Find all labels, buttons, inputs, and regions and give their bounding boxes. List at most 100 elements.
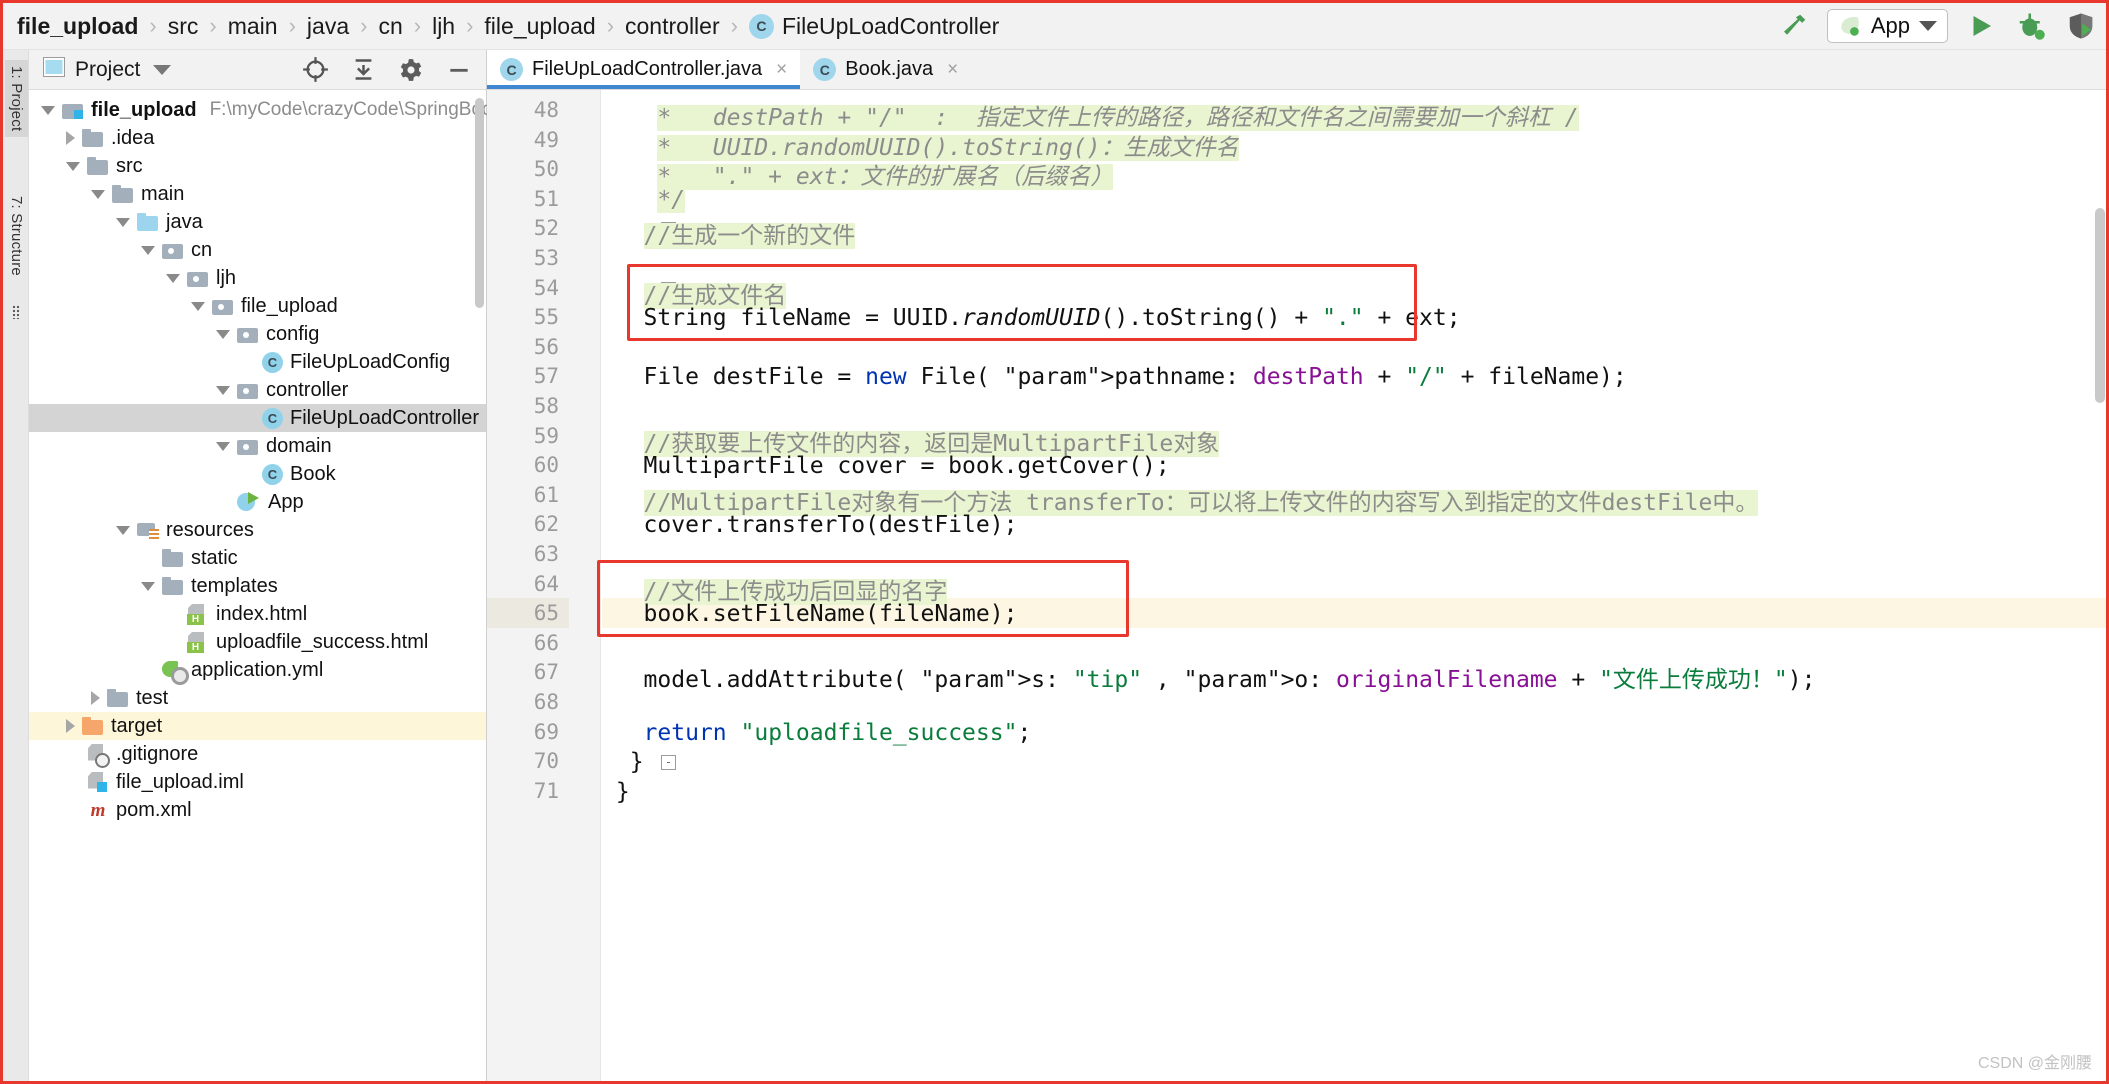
- tree-node-fileuploadcontroller[interactable]: C FileUpLoadController: [29, 404, 486, 432]
- tree-node-app[interactable]: App: [29, 488, 486, 516]
- tree-node-controller[interactable]: controller: [29, 376, 486, 404]
- run-with-coverage-icon[interactable]: [2064, 9, 2098, 43]
- code-line[interactable]: return "uploadfile_success";: [602, 720, 1032, 746]
- tree-node-templates[interactable]: templates: [29, 572, 486, 600]
- code-line[interactable]: model.addAttribute( "param">s: "tip" , "…: [602, 660, 1816, 694]
- breadcrumb-item-cn[interactable]: cn: [378, 13, 402, 40]
- tree-node-file-upload-iml[interactable]: file_upload.iml: [29, 768, 486, 796]
- tree-node-java[interactable]: java: [29, 208, 486, 236]
- package-icon: [162, 241, 184, 259]
- chevron-down-icon[interactable]: [216, 441, 230, 451]
- chevron-down-icon[interactable]: [141, 581, 155, 591]
- locate-icon[interactable]: [298, 53, 332, 87]
- breadcrumb-item-project[interactable]: file_upload: [17, 13, 138, 40]
- editor-tab-book[interactable]: C Book.java ×: [800, 50, 971, 89]
- breadcrumb-separator-icon: ›: [413, 13, 422, 38]
- tree-node-label: FileUpLoadConfig: [290, 350, 451, 373]
- breadcrumb-separator-icon: ›: [466, 13, 474, 38]
- editor-tab-label: Book.java: [845, 58, 934, 80]
- chevron-down-icon[interactable]: [91, 189, 105, 199]
- chevron-down-icon[interactable]: [1919, 21, 1937, 31]
- chevron-down-icon[interactable]: [116, 525, 130, 535]
- breadcrumb-item-class[interactable]: C FileUpLoadController: [748, 13, 999, 40]
- hammer-icon[interactable]: [1777, 9, 1811, 43]
- tree-node--gitignore[interactable]: .gitignore: [29, 740, 486, 768]
- close-icon[interactable]: ×: [947, 59, 958, 81]
- chevron-right-icon[interactable]: [66, 719, 75, 733]
- settings-icon[interactable]: [394, 53, 428, 87]
- tree-node-label: domain: [266, 434, 332, 457]
- code-editor[interactable]: 48 49 50 51 52 53 54 55 56 57 58 59 60 61 62 63 64 65 66 67…: [487, 90, 2106, 1081]
- code-line[interactable]: */: [602, 186, 686, 213]
- tree-node-src[interactable]: src: [29, 152, 486, 180]
- hide-icon[interactable]: [442, 53, 476, 87]
- chevron-right-icon[interactable]: [91, 691, 100, 705]
- chevron-down-icon[interactable]: [216, 329, 230, 339]
- tree-node-index-html[interactable]: index.html: [29, 600, 486, 628]
- chevron-down-icon[interactable]: [153, 64, 172, 75]
- chevron-down-icon[interactable]: [191, 301, 205, 311]
- chevron-down-icon[interactable]: [216, 385, 230, 395]
- tree-node-domain[interactable]: domain: [29, 432, 486, 460]
- tree-node-target[interactable]: target: [29, 712, 486, 740]
- run-configuration-selector[interactable]: App: [1826, 9, 1948, 43]
- line-number: 59: [533, 423, 559, 448]
- tree-node-resources[interactable]: resources: [29, 516, 486, 544]
- breadcrumb-item-controller[interactable]: controller: [625, 13, 720, 40]
- tree-node-label: Book: [290, 462, 336, 485]
- chevron-down-icon[interactable]: [66, 161, 80, 171]
- drag-handle-icon[interactable]: [12, 305, 20, 319]
- tree-node-label: config: [266, 322, 320, 345]
- line-number: 67: [533, 660, 559, 685]
- tool-window-tab-structure[interactable]: 7: Structure: [5, 190, 28, 282]
- tree-node-file-upload[interactable]: file_upload F:\myCode\crazyCode\SpringBoo…: [29, 96, 544, 124]
- code-line[interactable]: MultipartFile cover = book.getCover();: [602, 453, 1170, 479]
- breadcrumb: file_upload › src › main › java › cn › l…: [3, 13, 999, 40]
- code-line[interactable]: File destFile = new File( "param">pathna…: [602, 364, 1627, 390]
- editor-tab-fileuploadcontroller[interactable]: C FileUpLoadController.java ×: [487, 50, 801, 89]
- breadcrumb-item-src[interactable]: src: [168, 13, 199, 40]
- editor-vertical-scrollbar[interactable]: [2095, 208, 2105, 403]
- run-icon[interactable]: [1964, 9, 1998, 43]
- spring-config-icon: [162, 660, 189, 685]
- collapse-all-icon[interactable]: [346, 53, 380, 87]
- tree-node-cn[interactable]: cn: [29, 236, 486, 264]
- tree-node-label: target: [111, 714, 163, 737]
- tree-node-main[interactable]: main: [29, 180, 486, 208]
- tree-node-static[interactable]: static: [29, 544, 486, 572]
- code-line[interactable]: }: [602, 779, 630, 805]
- project-window-icon: [43, 57, 65, 82]
- tree-node-test[interactable]: test: [29, 684, 486, 712]
- code-line[interactable]: cover.transferTo(destFile);: [602, 512, 1018, 538]
- breadcrumb-item-ljh[interactable]: ljh: [432, 13, 455, 40]
- tree-node-ljh[interactable]: ljh: [29, 264, 486, 292]
- tree-node-config[interactable]: config: [29, 320, 486, 348]
- tree-node--idea[interactable]: .idea: [29, 124, 486, 152]
- tool-window-tab-project[interactable]: 1: Project: [5, 60, 28, 138]
- tree-node-application-yml[interactable]: application.yml: [29, 656, 486, 685]
- chevron-down-icon[interactable]: [116, 217, 130, 227]
- close-icon[interactable]: ×: [776, 59, 787, 81]
- chevron-down-icon[interactable]: [166, 273, 180, 283]
- filename-generation-box: [627, 263, 1417, 341]
- line-number: 64: [533, 571, 559, 596]
- code-line[interactable]: }: [602, 749, 644, 775]
- breadcrumb-item-main[interactable]: main: [228, 13, 278, 40]
- tree-node-uploadfile-success-html[interactable]: uploadfile_success.html: [29, 628, 486, 656]
- breadcrumb-item-java[interactable]: java: [307, 13, 349, 40]
- left-tool-strip: 1: Project 7: Structure: [3, 50, 29, 1081]
- tree-node-label: resources: [166, 518, 254, 541]
- maven-pom-icon: m: [90, 799, 106, 821]
- project-tree-scrollbar[interactable]: [475, 98, 484, 308]
- chevron-down-icon[interactable]: [141, 245, 155, 255]
- tree-node-pom-xml[interactable]: m pom.xml: [29, 796, 486, 824]
- breadcrumb-separator-icon: ›: [149, 13, 157, 38]
- chevron-right-icon[interactable]: [66, 131, 75, 145]
- breadcrumb-item-file-upload[interactable]: file_upload: [484, 13, 595, 40]
- code-line[interactable]: //生成一个新的文件: [602, 216, 856, 250]
- tree-node-file-upload[interactable]: file_upload: [29, 292, 486, 320]
- debug-icon[interactable]: [2014, 9, 2048, 43]
- tree-node-book[interactable]: C Book: [29, 460, 486, 488]
- chevron-down-icon[interactable]: [41, 105, 55, 115]
- tree-node-fileuploadconfig[interactable]: C FileUpLoadConfig: [29, 348, 486, 376]
